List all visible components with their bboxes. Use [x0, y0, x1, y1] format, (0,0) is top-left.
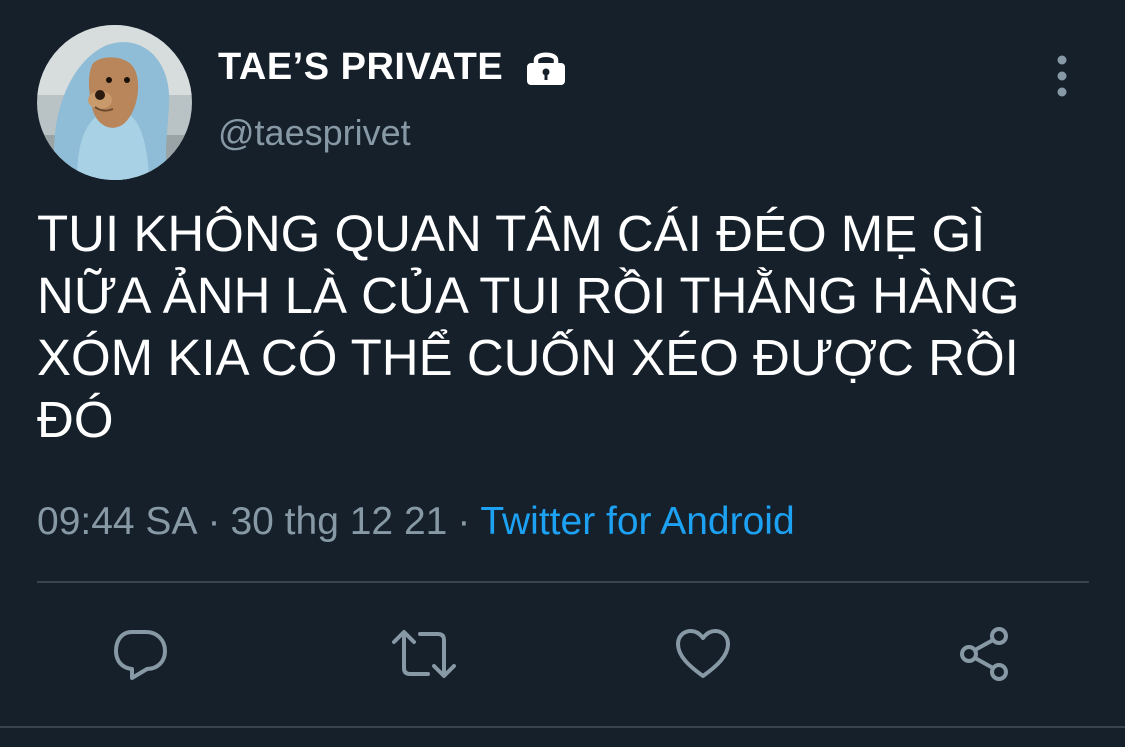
retweet-icon [392, 630, 456, 678]
divider [0, 726, 1125, 728]
heart-icon [676, 629, 730, 678]
display-name[interactable]: TAE’S PRIVATE [218, 44, 567, 90]
tweet-source-link[interactable]: Twitter for Android [480, 500, 794, 544]
lock-icon [525, 47, 567, 87]
display-name-text: TAE’S PRIVATE [218, 45, 504, 88]
share-icon [960, 627, 1008, 681]
tweet-meta: 09:44 SA · 30 thg 12 21 · Twitter for An… [37, 497, 795, 547]
user-handle[interactable]: @taesprivet [218, 112, 411, 154]
tweet-date[interactable]: 30 thg 12 21 [230, 500, 447, 544]
retweet-button[interactable] [390, 624, 456, 684]
meta-separator: · [457, 500, 471, 543]
meta-separator: · [207, 500, 221, 543]
avatar[interactable] [37, 25, 192, 180]
reply-icon [114, 630, 167, 680]
tweet-time[interactable]: 09:44 SA [37, 500, 197, 544]
reply-button[interactable] [110, 624, 170, 684]
tweet-text: TUI KHÔNG QUAN TÂM CÁI ĐÉO MẸ GÌ NỮA ẢNH… [37, 205, 1020, 448]
share-button[interactable] [955, 624, 1015, 684]
tweet-detail-screen: TAE’S PRIVATE @taesprivet TUI KHÔNG QUAN… [0, 0, 1125, 747]
like-button[interactable] [673, 624, 733, 684]
avatar-dog-hoodie-icon [37, 25, 192, 180]
more-options-icon[interactable] [1048, 52, 1076, 100]
divider [37, 581, 1089, 583]
